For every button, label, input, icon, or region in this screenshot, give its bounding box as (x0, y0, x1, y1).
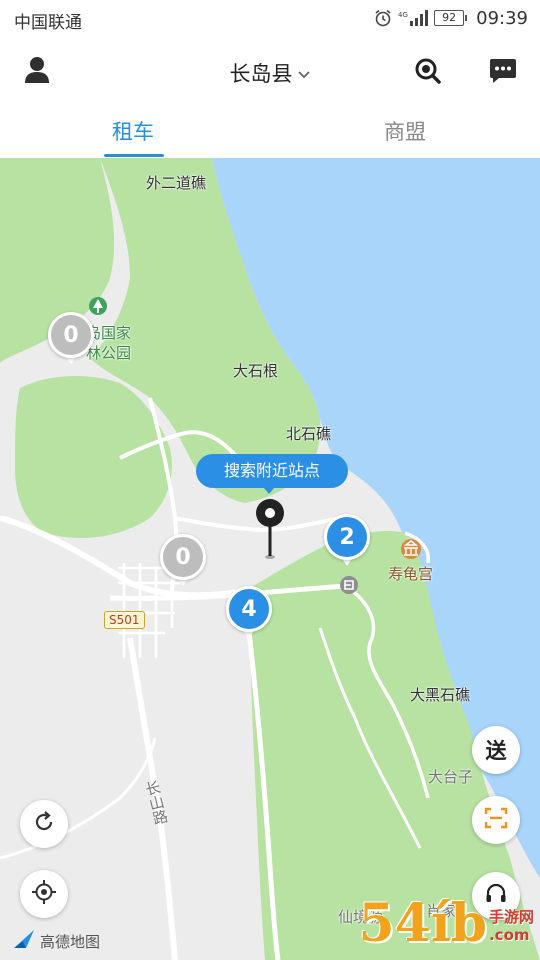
road-shield-s501: S501 (104, 611, 145, 629)
refresh-icon (32, 810, 56, 838)
map-label-shouguigong: 寿龟宫 (388, 565, 434, 583)
map-provider-logo: 高德地图 (12, 928, 100, 954)
battery-icon: 92 (434, 10, 468, 26)
city-selector[interactable]: 长岛县 (0, 58, 540, 88)
locate-icon (31, 879, 57, 909)
locate-me-button[interactable] (20, 870, 68, 918)
map-view[interactable]: 外二道礁 岛国家 林公园 大石根 北石礁 寿龟宫 大黑石礁 大台子 长山路 仙境… (0, 158, 540, 960)
map-label-daheishijiao: 大黑石礁 (410, 686, 471, 704)
station-cluster-east[interactable]: 2 (324, 514, 370, 568)
map-provider-name: 高德地图 (40, 932, 101, 951)
watermark-line2: .com (488, 926, 530, 944)
cluster-count: 0 (48, 312, 94, 358)
cluster-count: 4 (226, 586, 272, 632)
map-label-dataizi: 大台子 (428, 768, 474, 786)
status-bar: 中国联通 4G 92 09:39 (0, 0, 540, 38)
map-label-beishijiao: 北石礁 (286, 425, 332, 443)
map-center-pin-icon (254, 498, 286, 566)
svg-text:4G: 4G (398, 11, 408, 19)
send-label: 送 (485, 739, 507, 763)
tab-bar: 租车 商盟 (0, 104, 540, 158)
chevron-down-icon (297, 61, 311, 85)
amap-icon (12, 928, 36, 954)
site-watermark: 54íb 手游网 .com (359, 898, 535, 950)
scan-icon (484, 806, 508, 834)
search-nearby-stations-button[interactable]: 搜索附近站点 (196, 454, 348, 488)
active-tab-indicator (104, 154, 164, 157)
refresh-button[interactable] (20, 800, 68, 848)
watermark-small-text: 手游网 .com (489, 908, 534, 944)
tab-merchant-alliance[interactable]: 商盟 (384, 116, 426, 146)
map-label-dashigen: 大石根 (233, 362, 279, 380)
search-pill-pointer (263, 487, 275, 494)
message-icon[interactable] (489, 58, 517, 88)
send-button[interactable]: 送 (472, 726, 520, 774)
search-icon[interactable] (414, 57, 442, 89)
carrier-name: 中国联通 (14, 13, 82, 33)
status-icons: 4G 92 09:39 (374, 7, 528, 29)
tab-rent-car[interactable]: 租车 (112, 116, 154, 146)
app-header: 长岛县 (0, 38, 540, 104)
station-cluster-park[interactable]: 0 (48, 312, 94, 366)
scan-button[interactable] (472, 796, 520, 844)
signal-icon: 4G (398, 9, 429, 27)
station-cluster-village[interactable]: 0 (160, 534, 206, 588)
clock: 09:39 (476, 7, 528, 29)
city-name: 长岛县 (229, 62, 293, 86)
watermark-big-text: 54íb (358, 893, 487, 954)
watermark-line1: 手游网 (488, 908, 534, 926)
alarm-icon (374, 9, 392, 27)
station-cluster-south[interactable]: 4 (226, 586, 272, 640)
cluster-count: 0 (160, 534, 206, 580)
map-label-waierdaojiao: 外二道礁 (146, 174, 207, 192)
cluster-count: 2 (324, 514, 370, 560)
